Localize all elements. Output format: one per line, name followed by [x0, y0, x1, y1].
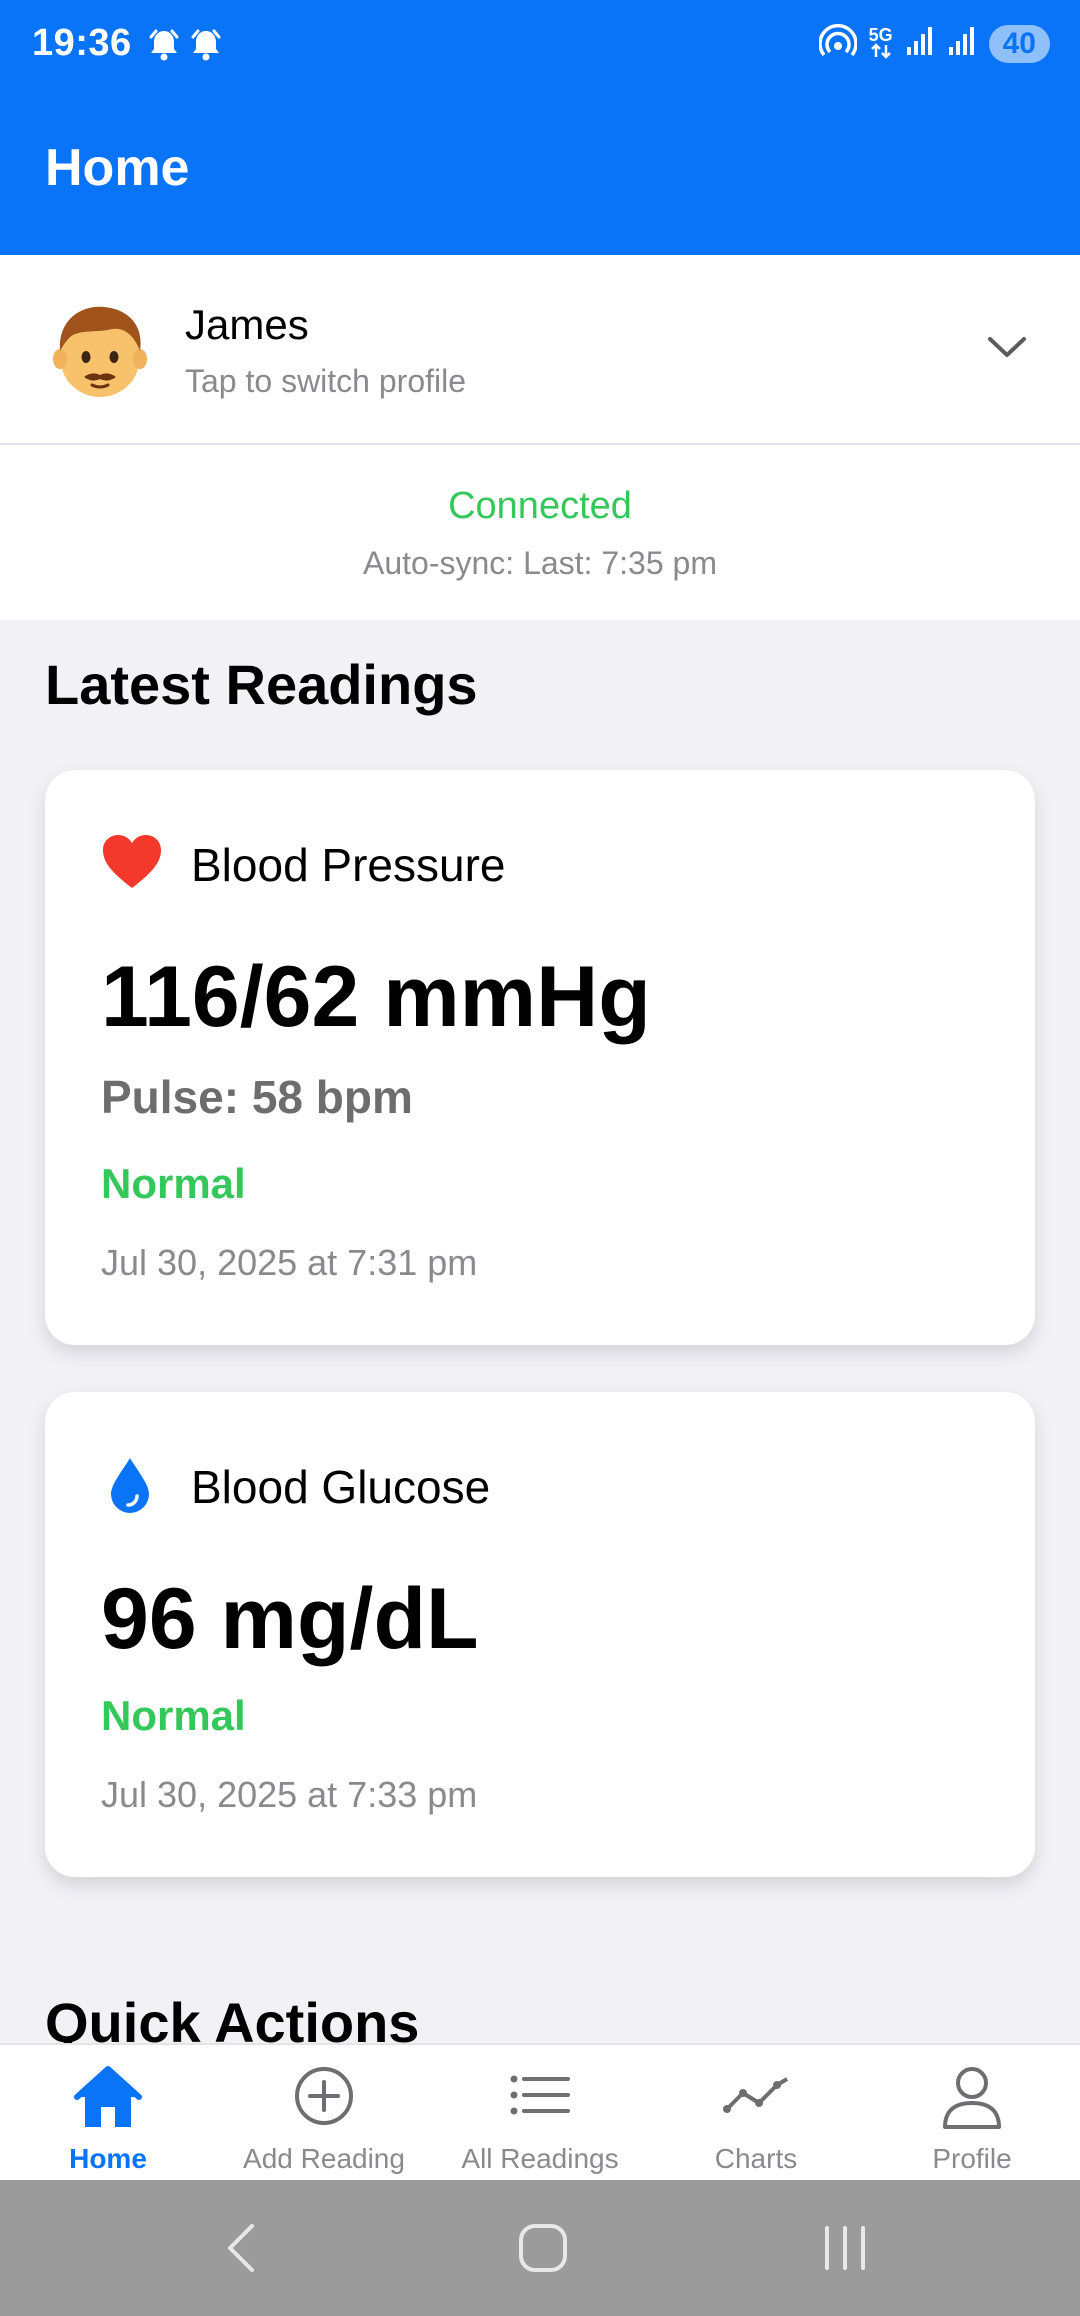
- connection-status: Connected: [448, 485, 632, 527]
- tab-label: Charts: [714, 2143, 798, 2174]
- chart-line-icon: [721, 2065, 791, 2130]
- status-right-icons: 5G 40: [817, 24, 1050, 63]
- hotspot-icon: [817, 24, 858, 63]
- back-button[interactable]: [212, 2218, 272, 2278]
- status-badge: Normal: [101, 1692, 246, 1739]
- bottom-tab-bar: Home Add Reading All Readings Charts Pro…: [0, 2043, 1080, 2182]
- tab-label: Add Reading: [243, 2143, 405, 2174]
- profile-switcher[interactable]: James Tap to switch profile: [0, 255, 1080, 445]
- avatar: [48, 299, 152, 403]
- tab-charts[interactable]: Charts: [648, 2045, 864, 2182]
- connection-panel: Connected Auto-sync: Last: 7:35 pm: [0, 445, 1080, 620]
- blood-glucose-card[interactable]: Blood Glucose 96 mg/dL Normal Jul 30, 20…: [45, 1392, 1035, 1877]
- status-left-icons: [148, 28, 222, 67]
- tab-label: All Readings: [461, 2143, 619, 2174]
- heart-icon: [101, 834, 163, 895]
- tab-profile[interactable]: Profile: [864, 2045, 1080, 2182]
- 5g-icon: 5G: [868, 24, 893, 61]
- tab-label: Profile: [932, 2143, 1012, 2174]
- alarm-icon: [190, 28, 222, 67]
- chevron-down-icon[interactable]: [986, 333, 1028, 366]
- tab-label: Home: [69, 2143, 147, 2174]
- droplet-icon: [107, 1456, 153, 1519]
- list-icon: [508, 2065, 572, 2130]
- tab-home[interactable]: Home: [0, 2045, 216, 2182]
- section-title-latest-readings: Latest Readings: [45, 653, 478, 716]
- signal-icon: [947, 25, 977, 62]
- alarm-icon: [148, 28, 180, 67]
- person-icon: [941, 2065, 1003, 2136]
- system-nav-bar: [0, 2180, 1080, 2316]
- reading-timestamp: Jul 30, 2025 at 7:33 pm: [101, 1774, 478, 1815]
- tab-all-readings[interactable]: All Readings: [432, 2045, 648, 2182]
- profile-name: James: [185, 301, 309, 348]
- profile-hint: Tap to switch profile: [185, 363, 467, 399]
- tab-add-reading[interactable]: Add Reading: [216, 2045, 432, 2182]
- recents-button[interactable]: [815, 2218, 875, 2278]
- sync-status: Auto-sync: Last: 7:35 pm: [363, 545, 717, 581]
- status-time: 19:36: [32, 22, 132, 64]
- status-badge: Normal: [101, 1160, 246, 1207]
- reading-timestamp: Jul 30, 2025 at 7:31 pm: [101, 1242, 478, 1283]
- blood-pressure-card[interactable]: Blood Pressure 116/62 mmHg Pulse: 58 bpm…: [45, 770, 1035, 1345]
- reading-value: 96 mg/dL: [101, 1571, 479, 1667]
- pulse-value: Pulse: 58 bpm: [101, 1071, 413, 1123]
- card-label: Blood Glucose: [191, 1461, 491, 1513]
- app-header: 19:36 5G 40 Home: [0, 0, 1080, 255]
- page-title: Home: [45, 139, 190, 197]
- battery-indicator: 40: [988, 24, 1050, 63]
- home-nav-button[interactable]: [513, 2218, 573, 2278]
- card-label: Blood Pressure: [191, 839, 506, 891]
- home-icon: [73, 2065, 143, 2136]
- reading-value: 116/62 mmHg: [101, 949, 651, 1045]
- signal-icon: [905, 25, 935, 62]
- plus-circle-icon: [293, 2065, 355, 2132]
- network-label: 5G: [868, 24, 893, 45]
